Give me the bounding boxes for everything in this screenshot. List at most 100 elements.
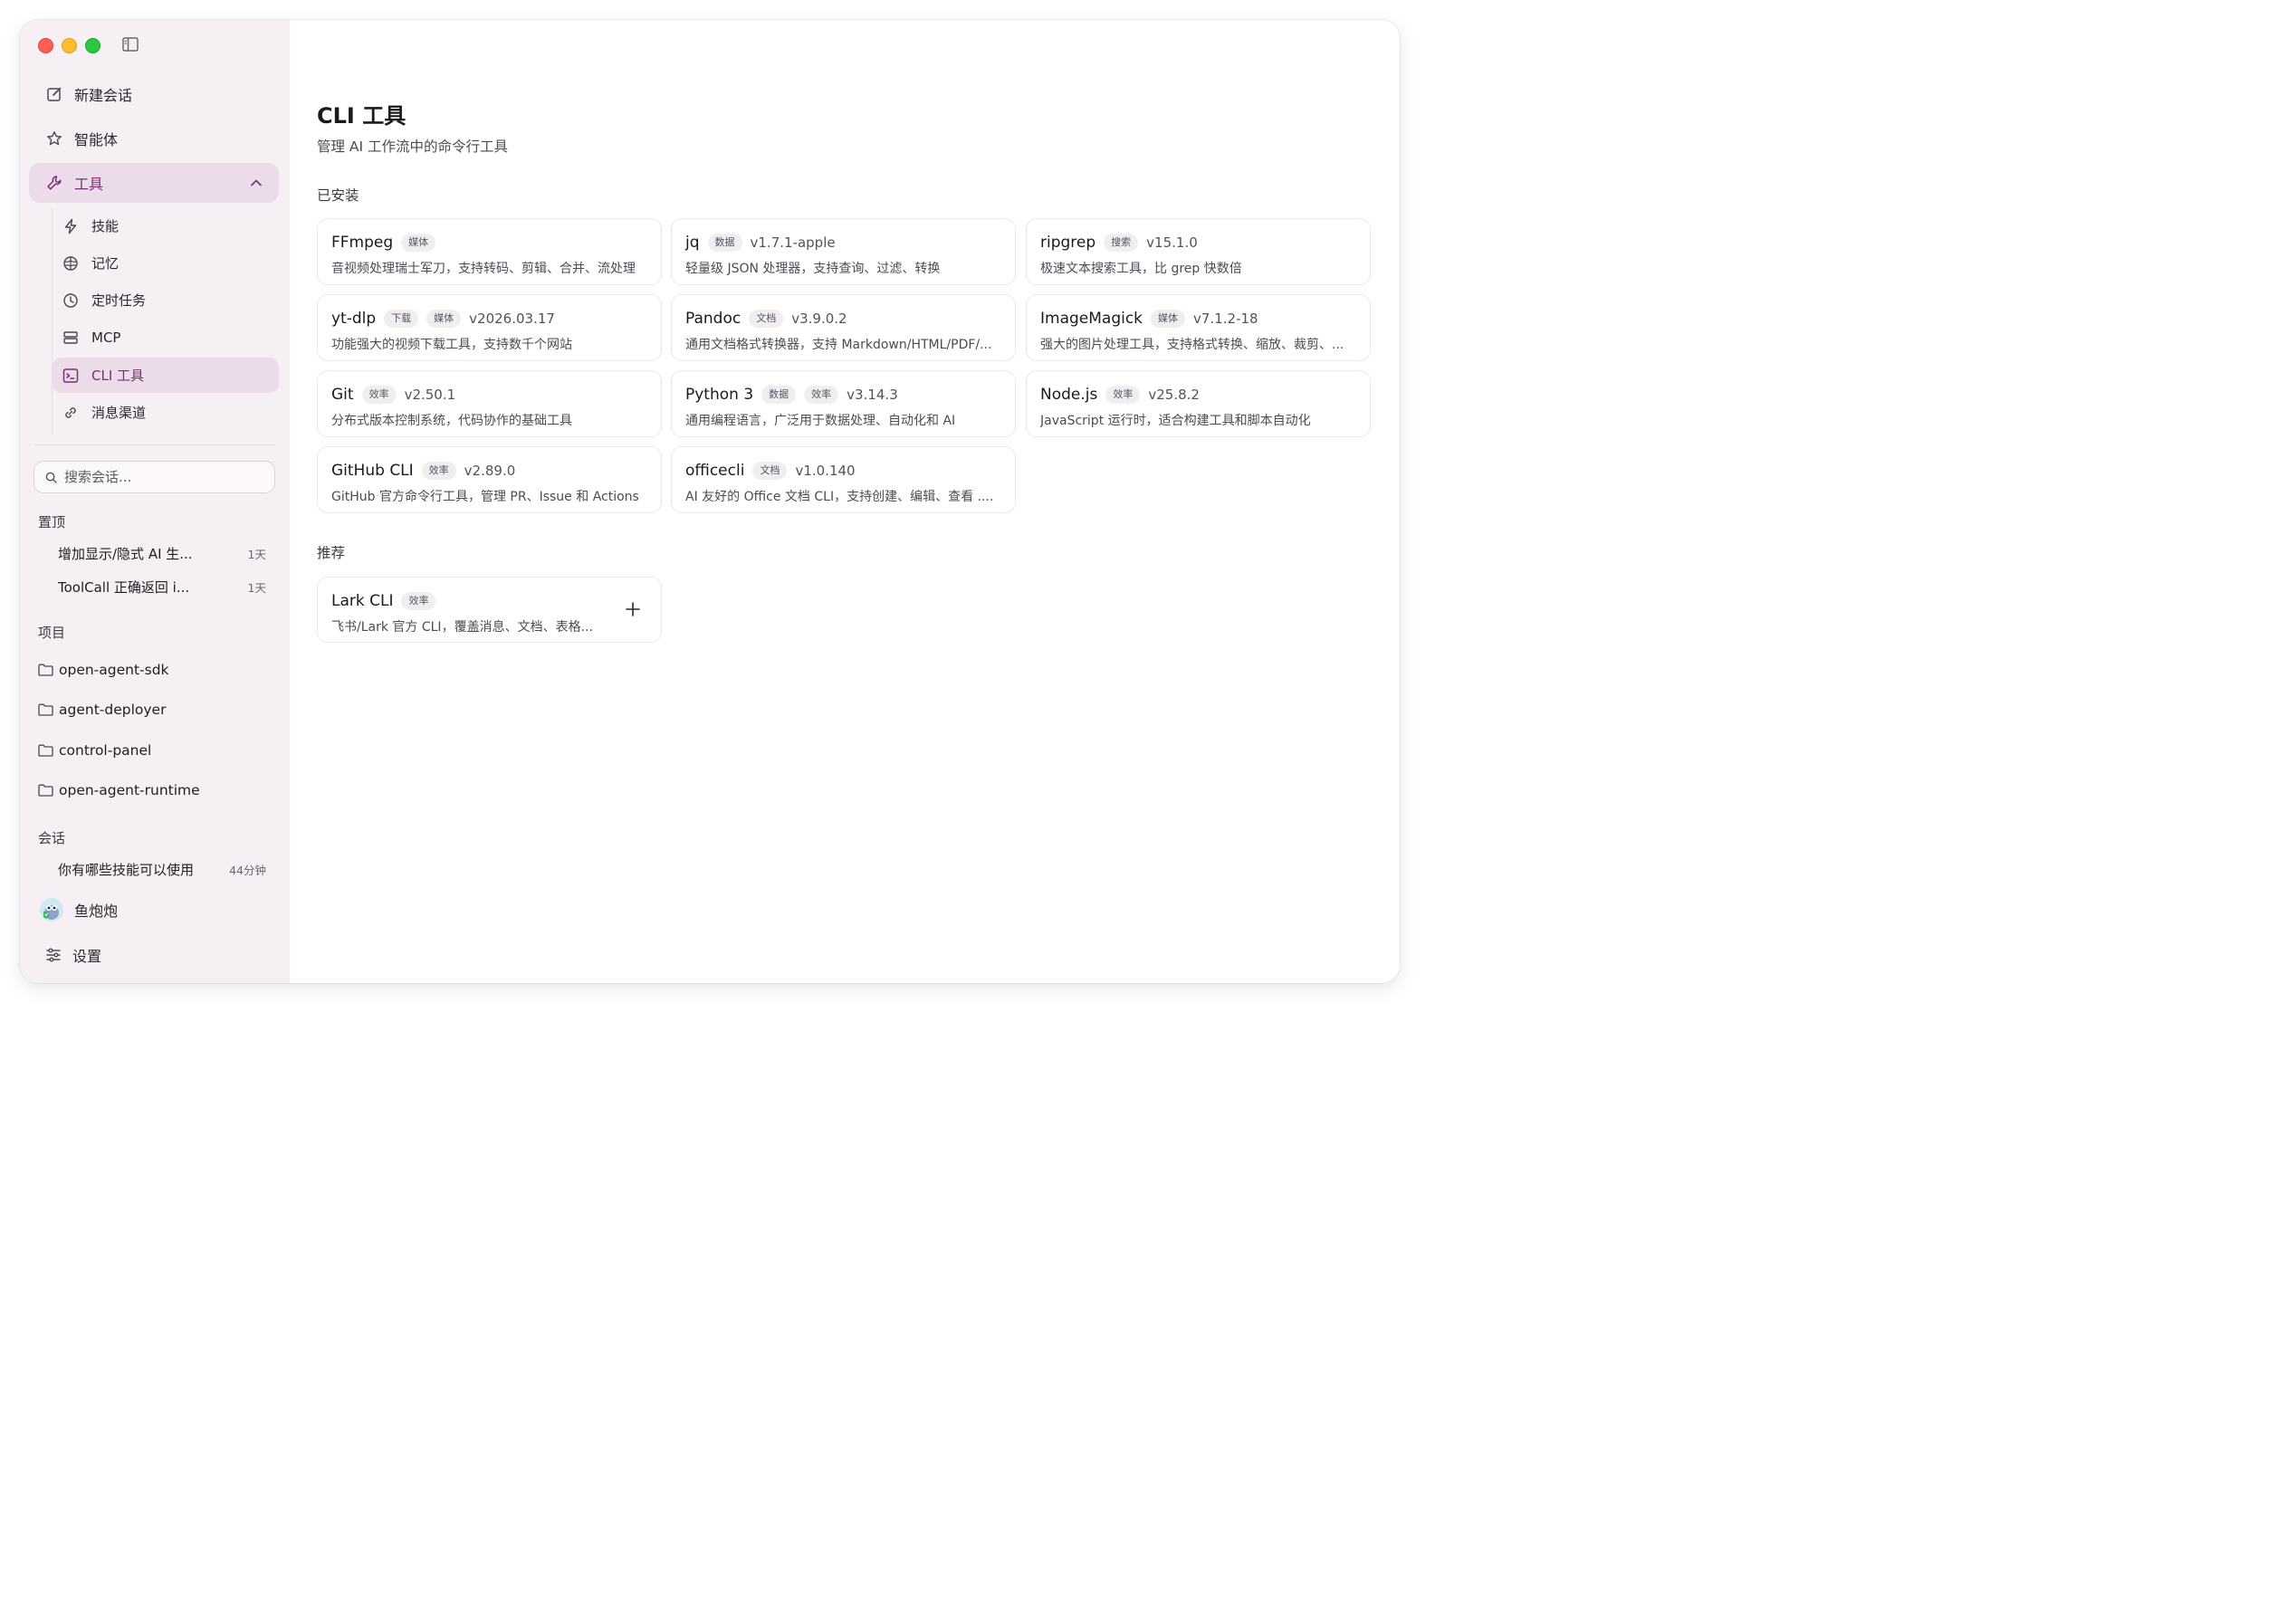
tool-card[interactable]: yt-dlp 下载 媒体 v2026.03.17 功能强大的视频下载工具，支持数… (317, 294, 662, 361)
tool-name: Git (331, 386, 354, 404)
conversation-item[interactable]: 你有哪些技能可以使用 44分钟 (58, 855, 275, 883)
tool-version: v25.8.2 (1148, 387, 1200, 403)
folder-icon (38, 664, 53, 676)
conversation-title: 你有哪些技能可以使用 (58, 861, 195, 878)
brain-icon (62, 254, 80, 272)
user-name: 鱼炮炮 (74, 903, 119, 920)
tool-version: v15.1.0 (1146, 234, 1198, 251)
project-item[interactable]: control-panel (38, 737, 273, 764)
tool-card[interactable]: officecli 文档 v1.0.140 AI 友好的 Office 文档 C… (671, 446, 1016, 513)
main-content: CLI 工具 管理 AI 工作流中的命令行工具 已安装 FFmpeg 媒体 音视… (290, 20, 1400, 983)
close-window-button[interactable] (38, 38, 53, 53)
tool-version: v2.50.1 (404, 387, 456, 403)
tool-tag: 效率 (401, 592, 436, 610)
sidebar: 新建会话 智能体 工具 技能 记忆 定时任务 MCP CLI 工具 消息渠道 搜… (20, 20, 290, 983)
tool-name: Node.js (1040, 386, 1098, 404)
tool-name: jq (685, 234, 700, 252)
conversations-heading: 会话 (38, 830, 66, 846)
user-profile[interactable]: 鱼炮炮 (40, 894, 118, 925)
tool-tag: 下载 (384, 310, 419, 328)
clock-icon (62, 291, 80, 310)
tool-description: 通用文档格式转换器，支持 Markdown/HTML/PDF/... (685, 338, 992, 352)
sidebar-item-mcp[interactable]: MCP (53, 320, 279, 355)
tool-card[interactable]: Python 3 数据 效率 v3.14.3 通用编程语言，广泛用于数据处理、自… (671, 370, 1016, 437)
tool-tag: 效率 (361, 386, 397, 404)
sidebar-toggle-icon[interactable] (122, 37, 139, 52)
conversation-time: 1天 (247, 547, 266, 561)
wrench-icon (45, 174, 63, 192)
pinned-item[interactable]: ToolCall 正确返回 i... 1天 (58, 573, 275, 600)
avatar (40, 898, 63, 922)
memory-label: 记忆 (91, 255, 120, 272)
tools-label: 工具 (74, 176, 104, 193)
search-box[interactable] (33, 461, 275, 493)
tool-tag: 搜索 (1104, 234, 1139, 252)
add-tool-button[interactable] (625, 601, 641, 617)
search-icon (45, 472, 57, 483)
link-icon (62, 404, 80, 422)
sidebar-item-skills[interactable]: 技能 (53, 208, 279, 244)
lightning-icon (62, 217, 80, 235)
window-controls (38, 38, 100, 53)
tool-tag: 数据 (707, 234, 742, 252)
tool-description: 极速文本搜索工具，比 grep 快数倍 (1040, 262, 1242, 276)
new-chat-button[interactable]: 新建会话 (29, 74, 279, 114)
conversation-time: 44分钟 (229, 863, 266, 877)
tool-tag: 效率 (1105, 386, 1141, 404)
sidebar-item-memory[interactable]: 记忆 (53, 245, 279, 281)
tool-version: v3.9.0.2 (791, 310, 847, 327)
project-name: agent-deployer (59, 702, 167, 718)
tool-description: 轻量级 JSON 处理器，支持查询、过滤、转换 (685, 262, 941, 276)
agents-nav-item[interactable]: 智能体 (29, 119, 279, 158)
maximize-window-button[interactable] (85, 38, 100, 53)
server-icon (62, 329, 80, 347)
folder-icon (38, 784, 53, 797)
search-input[interactable] (64, 469, 254, 485)
tool-description: 音视频处理瑞士军刀，支持转码、剪辑、合并、流处理 (331, 262, 636, 276)
pinned-heading: 置顶 (38, 514, 66, 530)
tool-card[interactable]: Git 效率 v2.50.1 分布式版本控制系统，代码协作的基础工具 (317, 370, 662, 437)
sidebar-item-channels[interactable]: 消息渠道 (53, 395, 279, 430)
sidebar-item-scheduled[interactable]: 定时任务 (53, 282, 279, 318)
skills-label: 技能 (91, 218, 120, 234)
sidebar-divider (34, 444, 275, 445)
tool-card[interactable]: ripgrep 搜索 v15.1.0 极速文本搜索工具，比 grep 快数倍 (1026, 218, 1371, 285)
project-item[interactable]: open-agent-sdk (38, 656, 273, 683)
new-chat-label: 新建会话 (74, 87, 133, 104)
tool-description: 通用编程语言，广泛用于数据处理、自动化和 AI (685, 414, 956, 428)
tool-version: v2.89.0 (464, 463, 516, 479)
tool-version: v7.1.2-18 (1193, 310, 1258, 327)
tool-tag: 文档 (752, 462, 788, 480)
tool-description: 飞书/Lark 官方 CLI，覆盖消息、文档、表格... (331, 620, 593, 635)
sliders-icon (46, 948, 61, 962)
tool-description: 强大的图片处理工具，支持格式转换、缩放、裁剪、... (1040, 338, 1344, 352)
app-window: 新建会话 智能体 工具 技能 记忆 定时任务 MCP CLI 工具 消息渠道 搜… (20, 20, 1400, 983)
project-name: open-agent-sdk (59, 662, 169, 678)
tools-nav-item[interactable]: 工具 (29, 163, 279, 203)
minimize-window-button[interactable] (62, 38, 77, 53)
conversation-title: 增加显示/隐式 AI 生... (58, 545, 193, 562)
tool-tag: 数据 (761, 386, 797, 404)
tool-name: Lark CLI (331, 592, 394, 610)
chevron-up-icon[interactable] (250, 177, 263, 189)
project-item[interactable]: agent-deployer (38, 696, 273, 723)
recommended-card[interactable]: Lark CLI 效率 飞书/Lark 官方 CLI，覆盖消息、文档、表格... (317, 577, 662, 643)
pinned-item[interactable]: 增加显示/隐式 AI 生... 1天 (58, 540, 275, 567)
project-name: control-panel (59, 742, 152, 759)
tool-card[interactable]: jq 数据 v1.7.1-apple 轻量级 JSON 处理器，支持查询、过滤、… (671, 218, 1016, 285)
tool-card[interactable]: FFmpeg 媒体 音视频处理瑞士军刀，支持转码、剪辑、合并、流处理 (317, 218, 662, 285)
project-item[interactable]: open-agent-runtime (38, 777, 273, 804)
tool-version: v1.0.140 (795, 463, 856, 479)
sidebar-item-cli[interactable]: CLI 工具 (53, 358, 279, 393)
folder-icon (38, 703, 53, 716)
tool-card[interactable]: ImageMagick 媒体 v7.1.2-18 强大的图片处理工具，支持格式转… (1026, 294, 1371, 361)
tool-card[interactable]: Node.js 效率 v25.8.2 JavaScript 运行时，适合构建工具… (1026, 370, 1371, 437)
tool-name: Python 3 (685, 386, 754, 404)
tool-description: AI 友好的 Office 文档 CLI，支持创建、编辑、查看 .... (685, 490, 994, 504)
channels-label: 消息渠道 (91, 405, 147, 421)
tool-name: FFmpeg (331, 234, 394, 252)
tool-card[interactable]: GitHub CLI 效率 v2.89.0 GitHub 官方命令行工具，管理 … (317, 446, 662, 513)
settings-button[interactable]: 设置 (40, 940, 101, 970)
tool-name: Pandoc (685, 310, 741, 328)
tool-card[interactable]: Pandoc 文档 v3.9.0.2 通用文档格式转换器，支持 Markdown… (671, 294, 1016, 361)
